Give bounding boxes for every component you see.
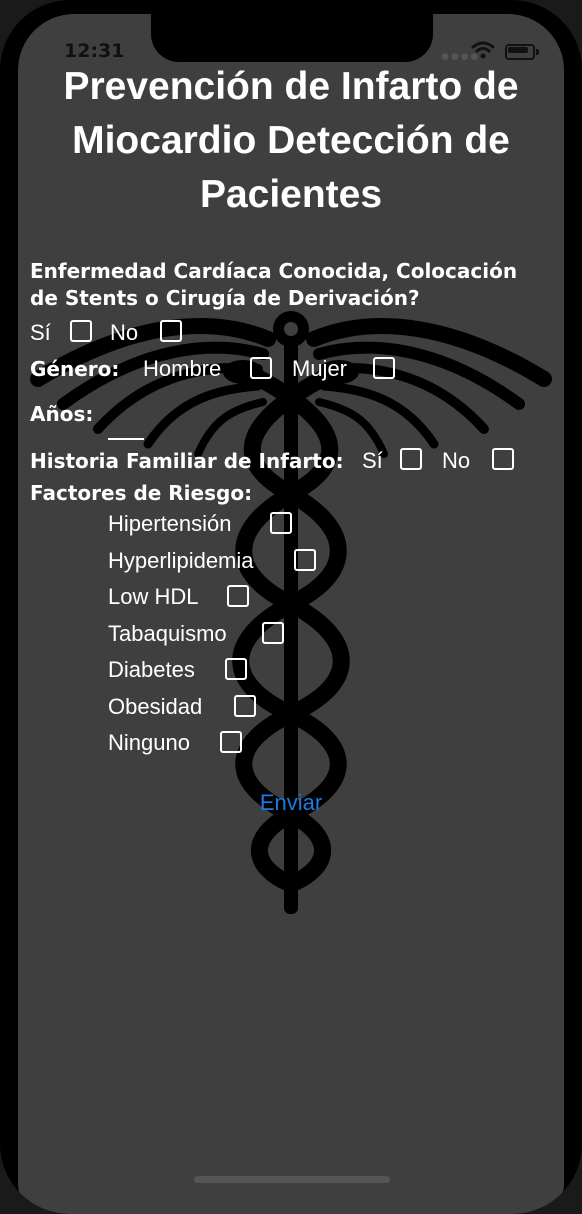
risk-smoking-label: Tabaquismo bbox=[108, 621, 227, 646]
risk-smoking-checkbox[interactable] bbox=[262, 622, 284, 644]
battery-icon bbox=[505, 44, 539, 60]
heart-no-label: No bbox=[110, 320, 139, 345]
age-input-underline bbox=[108, 438, 144, 440]
wifi-icon bbox=[471, 41, 495, 59]
risk-low-hdl-checkbox[interactable] bbox=[227, 585, 249, 607]
risk-hyperlipidemia-checkbox[interactable] bbox=[294, 549, 316, 571]
gender-label: Género: bbox=[30, 357, 120, 381]
status-time: 12:31 bbox=[64, 40, 125, 62]
family-yes-checkbox[interactable] bbox=[400, 448, 422, 470]
risk-low-hdl-label: Low HDL bbox=[108, 584, 199, 609]
risk-factors-label: Factores de Riesgo: bbox=[30, 481, 253, 505]
risk-hypertension-checkbox[interactable] bbox=[270, 512, 292, 534]
family-yes-label: Sí bbox=[362, 448, 383, 473]
gender-male-checkbox[interactable] bbox=[250, 357, 272, 379]
gender-female-checkbox[interactable] bbox=[373, 357, 395, 379]
family-history-label: Historia Familiar de Infarto: bbox=[30, 449, 344, 473]
heart-yes-label: Sí bbox=[30, 320, 51, 345]
device-notch bbox=[151, 14, 433, 62]
risk-diabetes-checkbox[interactable] bbox=[225, 658, 247, 680]
risk-hypertension-label: Hipertensión bbox=[108, 511, 232, 536]
risk-hyperlipidemia-label: Hyperlipidemia bbox=[108, 548, 254, 573]
submit-button[interactable]: Enviar bbox=[18, 790, 564, 816]
family-no-checkbox[interactable] bbox=[492, 448, 514, 470]
screen: 12:31 ●●●● Prevención de Infarto de Mioc… bbox=[18, 14, 564, 1214]
gender-female-label: Mujer bbox=[292, 356, 348, 381]
risk-obesity-checkbox[interactable] bbox=[234, 695, 256, 717]
risk-none-checkbox[interactable] bbox=[220, 731, 242, 753]
risk-obesity-label: Obesidad bbox=[108, 694, 203, 719]
gender-male-label: Hombre bbox=[143, 356, 222, 381]
caduceus-icon bbox=[30, 311, 552, 914]
heart-disease-question: Enfermedad Cardíaca Conocida, Colocación… bbox=[30, 259, 518, 310]
device-frame: 12:31 ●●●● Prevención de Infarto de Mioc… bbox=[0, 0, 582, 1214]
risk-none-label: Ninguno bbox=[108, 730, 190, 755]
heart-no-checkbox[interactable] bbox=[160, 320, 182, 342]
page-title: Prevención de Infarto de Miocardio Detec… bbox=[63, 65, 519, 216]
heart-yes-checkbox[interactable] bbox=[70, 320, 92, 342]
home-indicator bbox=[194, 1176, 390, 1183]
risk-diabetes-label: Diabetes bbox=[108, 657, 195, 682]
family-no-label: No bbox=[442, 448, 471, 473]
age-label: Años: bbox=[30, 402, 94, 426]
